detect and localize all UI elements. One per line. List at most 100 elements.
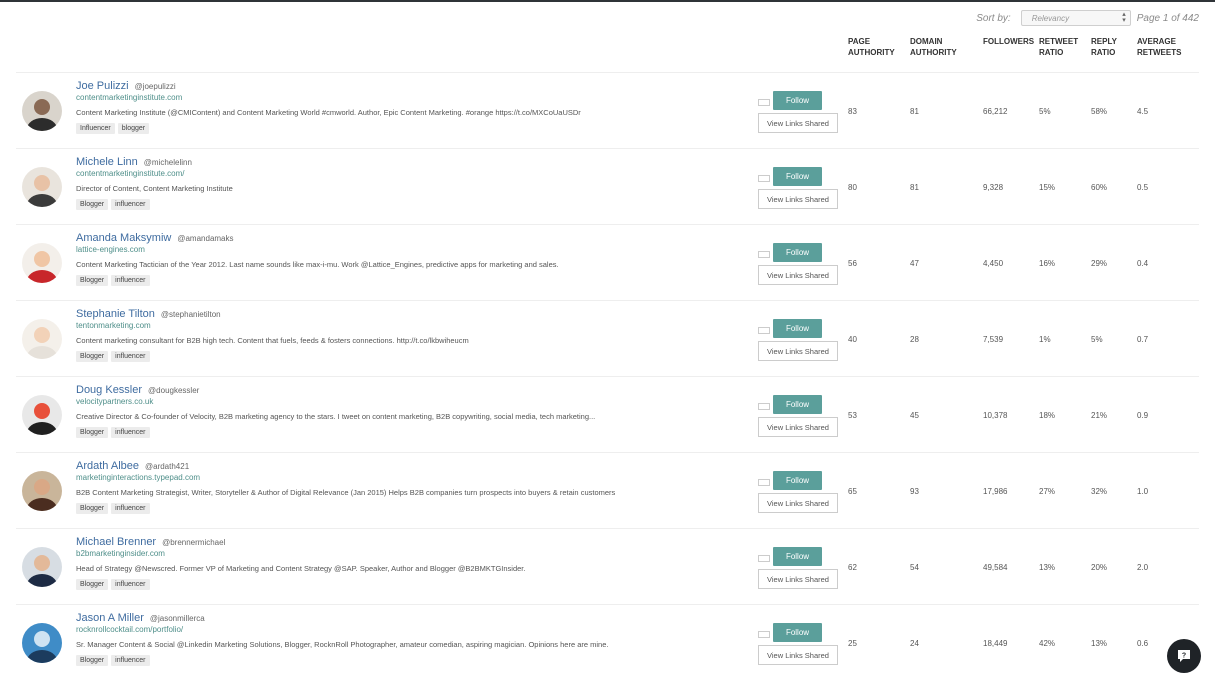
influencer-handle[interactable]: @amandamaks <box>177 234 233 243</box>
follow-button[interactable]: Follow <box>773 547 822 566</box>
tag[interactable]: Blogger <box>76 351 109 362</box>
col-header-average-retweets[interactable]: AVERAGE RETWEETS <box>1137 36 1191 58</box>
metric-page-authority: 83 <box>848 107 857 116</box>
influencer-name[interactable]: Michele Linn <box>76 156 138 168</box>
sort-label: Sort by: <box>976 12 1011 24</box>
influencer-website[interactable]: tentonmarketing.com <box>76 321 756 330</box>
select-checkbox[interactable] <box>758 327 770 334</box>
avatar[interactable] <box>22 547 62 587</box>
influencer-handle[interactable]: @stephanietilton <box>161 310 221 319</box>
follow-button[interactable]: Follow <box>773 395 822 414</box>
tag[interactable]: Influencer <box>76 123 115 134</box>
view-links-shared-button[interactable]: View Links Shared <box>758 417 838 437</box>
col-header-followers[interactable]: FOLLOWERS <box>983 36 1034 47</box>
metric-followers: 7,539 <box>983 335 1004 344</box>
avatar[interactable] <box>22 471 62 511</box>
influencer-website[interactable]: contentmarketinginstitute.com <box>76 93 756 102</box>
tag[interactable]: Blogger <box>76 503 109 514</box>
tag[interactable]: Blogger <box>76 427 109 438</box>
sort-select[interactable]: Relevancy ▴ ▾ <box>1020 10 1131 26</box>
tag[interactable]: influencer <box>111 655 150 666</box>
tag[interactable]: influencer <box>111 351 150 362</box>
metric-followers: 18,449 <box>983 639 1008 648</box>
view-links-shared-button[interactable]: View Links Shared <box>758 493 838 513</box>
metric-page-authority: 53 <box>848 411 857 420</box>
influencer-name[interactable]: Jason A Miller <box>76 612 144 624</box>
influencer-info: Michael Brenner @brennermichael b2bmarke… <box>76 536 756 590</box>
influencer-row: Michele Linn @michelelinn contentmarketi… <box>16 148 1199 224</box>
view-links-shared-button[interactable]: View Links Shared <box>758 645 838 665</box>
tag[interactable]: Blogger <box>76 199 109 210</box>
tag[interactable]: Blogger <box>76 655 109 666</box>
follow-button[interactable]: Follow <box>773 243 822 262</box>
tag[interactable]: Blogger <box>76 579 109 590</box>
view-links-shared-button[interactable]: View Links Shared <box>758 341 838 361</box>
influencer-name[interactable]: Amanda Maksymiw <box>76 232 171 244</box>
tag[interactable]: influencer <box>111 427 150 438</box>
follow-button[interactable]: Follow <box>773 319 822 338</box>
influencer-website[interactable]: marketinginteractions.typepad.com <box>76 473 756 482</box>
metric-reply-ratio: 20% <box>1091 563 1108 572</box>
influencer-name[interactable]: Ardath Albee <box>76 460 139 472</box>
influencer-website[interactable]: contentmarketinginstitute.com/ <box>76 169 756 178</box>
influencer-bio: Creative Director & Co-founder of Veloci… <box>76 412 596 421</box>
select-checkbox[interactable] <box>758 631 770 638</box>
col-header-retweet-ratio[interactable]: RETWEET RATIO <box>1039 36 1085 58</box>
influencer-info: Michele Linn @michelelinn contentmarketi… <box>76 156 756 210</box>
col-header-reply-ratio[interactable]: REPLY RATIO <box>1091 36 1127 58</box>
follow-button[interactable]: Follow <box>773 623 822 642</box>
influencer-handle[interactable]: @brennermichael <box>162 538 225 547</box>
avatar[interactable] <box>22 243 62 283</box>
metric-average-retweets: 0.4 <box>1137 259 1149 268</box>
tag[interactable]: influencer <box>111 503 150 514</box>
chat-help-button[interactable]: ? <box>1167 639 1201 673</box>
select-checkbox[interactable] <box>758 175 770 182</box>
col-header-domain-authority[interactable]: DOMAIN AUTHORITY <box>910 36 966 58</box>
influencer-website[interactable]: b2bmarketinginsider.com <box>76 549 756 558</box>
influencer-handle[interactable]: @jasonmillerca <box>150 614 205 623</box>
select-checkbox[interactable] <box>758 555 770 562</box>
col-header-page-authority[interactable]: PAGE AUTHORITY <box>848 36 898 58</box>
metric-reply-ratio: 58% <box>1091 107 1108 116</box>
influencer-info: Ardath Albee @ardath421 marketinginterac… <box>76 460 756 514</box>
influencer-row: Stephanie Tilton @stephanietilton tenton… <box>16 300 1199 376</box>
follow-button[interactable]: Follow <box>773 91 822 110</box>
metric-retweet-ratio: 27% <box>1039 487 1056 496</box>
view-links-shared-button[interactable]: View Links Shared <box>758 189 838 209</box>
influencer-name[interactable]: Joe Pulizzi <box>76 80 129 92</box>
view-links-shared-button[interactable]: View Links Shared <box>758 113 838 133</box>
avatar[interactable] <box>22 167 62 207</box>
metric-average-retweets: 2.0 <box>1137 563 1149 572</box>
influencer-name[interactable]: Doug Kessler <box>76 384 142 396</box>
avatar[interactable] <box>22 623 62 663</box>
influencer-handle[interactable]: @ardath421 <box>145 462 189 471</box>
metric-average-retweets: 0.7 <box>1137 335 1149 344</box>
follow-button[interactable]: Follow <box>773 471 822 490</box>
influencer-name[interactable]: Michael Brenner <box>76 536 156 548</box>
influencer-handle[interactable]: @michelelinn <box>144 158 192 167</box>
select-checkbox[interactable] <box>758 479 770 486</box>
view-links-shared-button[interactable]: View Links Shared <box>758 265 838 285</box>
avatar[interactable] <box>22 91 62 131</box>
select-checkbox[interactable] <box>758 99 770 106</box>
tag[interactable]: influencer <box>111 579 150 590</box>
influencer-handle[interactable]: @dougkessler <box>148 386 199 395</box>
tag[interactable]: influencer <box>111 199 150 210</box>
influencer-website[interactable]: velocitypartners.co.uk <box>76 397 756 406</box>
view-links-shared-button[interactable]: View Links Shared <box>758 569 838 589</box>
tag[interactable]: influencer <box>111 275 150 286</box>
influencer-website[interactable]: rocknrollcocktail.com/portfolio/ <box>76 625 756 634</box>
follow-button[interactable]: Follow <box>773 167 822 186</box>
tag[interactable]: Blogger <box>76 275 109 286</box>
avatar[interactable] <box>22 319 62 359</box>
tag[interactable]: blogger <box>117 123 150 134</box>
metric-average-retweets: 4.5 <box>1137 107 1149 116</box>
select-checkbox[interactable] <box>758 251 770 258</box>
influencer-website[interactable]: lattice-engines.com <box>76 245 756 254</box>
influencer-handle[interactable]: @joepulizzi <box>135 82 176 91</box>
metric-page-authority: 65 <box>848 487 857 496</box>
avatar[interactable] <box>22 395 62 435</box>
influencer-name[interactable]: Stephanie Tilton <box>76 308 155 320</box>
select-checkbox[interactable] <box>758 403 770 410</box>
metric-reply-ratio: 13% <box>1091 639 1108 648</box>
